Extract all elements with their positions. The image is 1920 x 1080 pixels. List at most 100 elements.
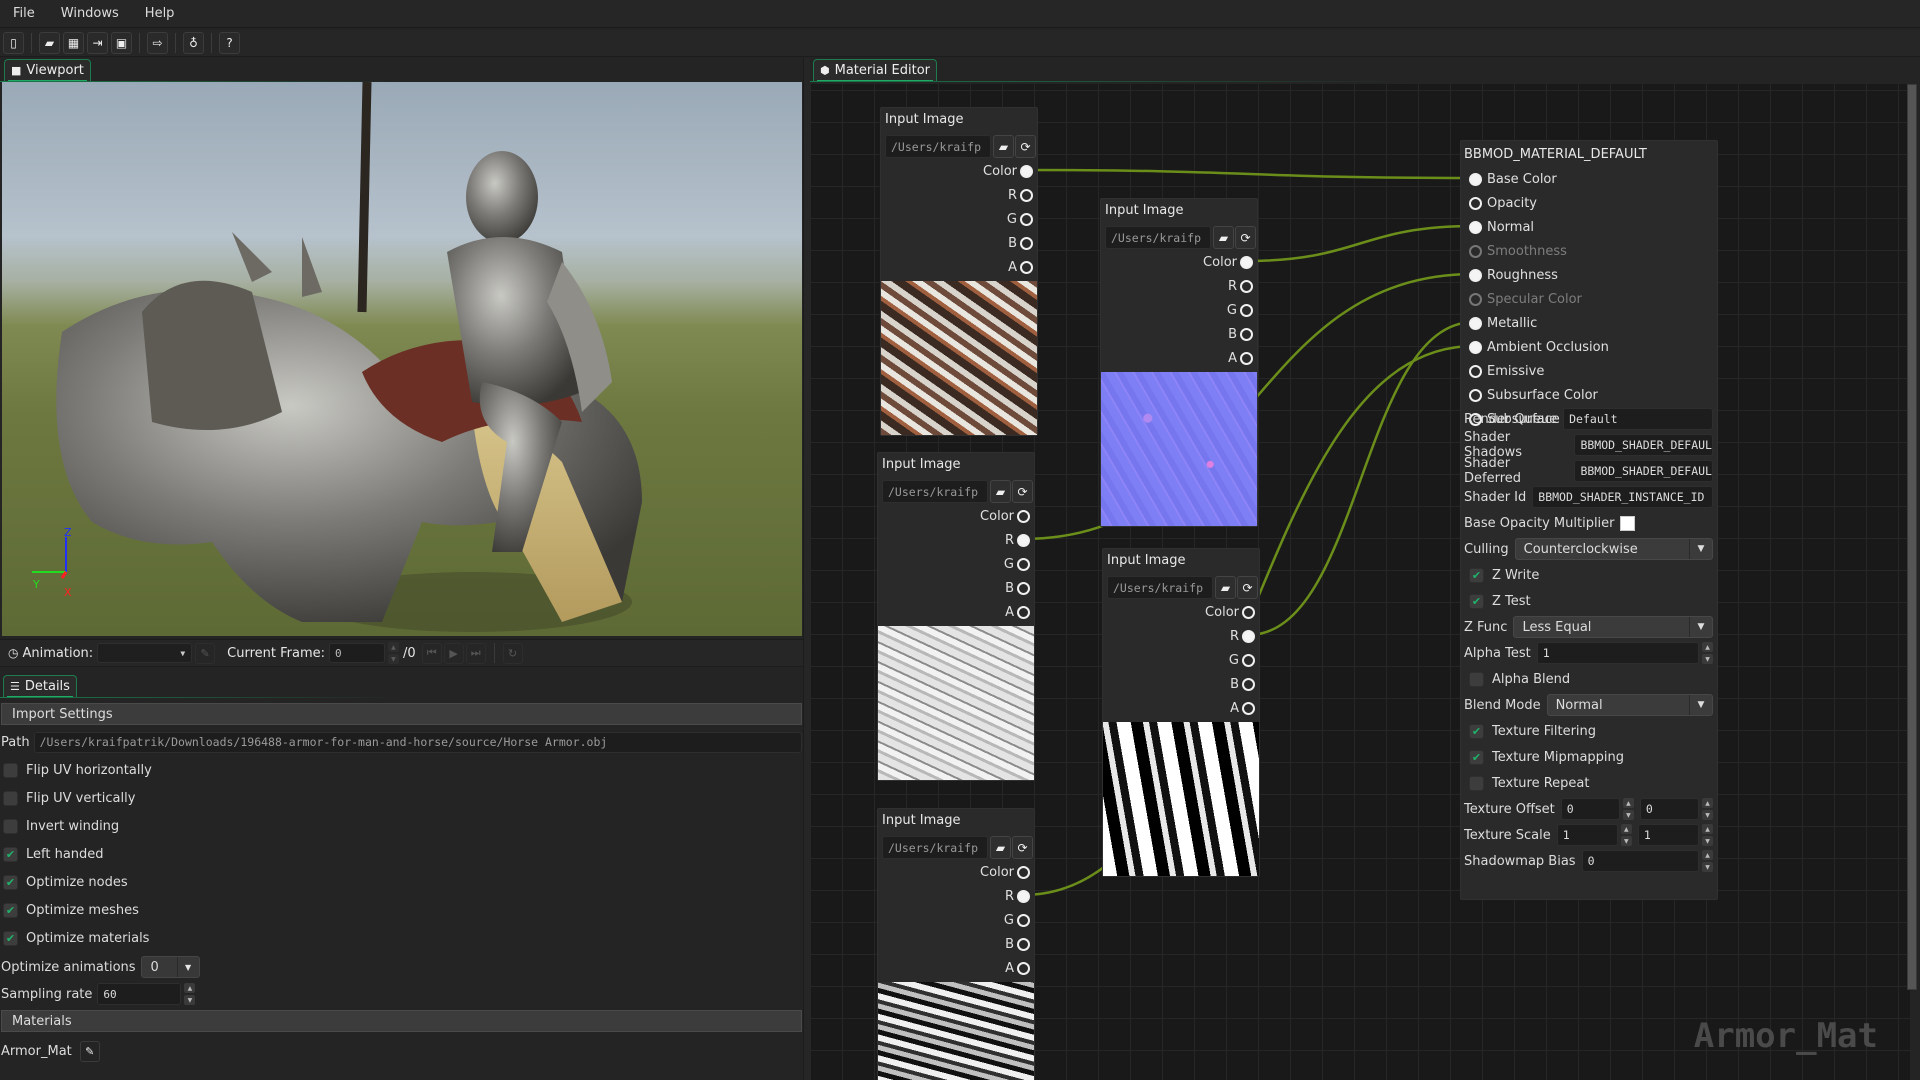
culling-select[interactable]: Counterclockwise ▼ <box>1514 538 1713 560</box>
output-pin-empty-icon[interactable] <box>1242 701 1255 715</box>
shader-shadows-input[interactable]: BBMOD_SHADER_DEFAUL <box>1574 434 1713 456</box>
input-pin-icon[interactable] <box>1469 172 1482 186</box>
panel-splitter[interactable] <box>803 58 810 1080</box>
import-option-row[interactable]: Invert winding <box>3 816 119 836</box>
open-image-button[interactable]: ▰ <box>1213 226 1234 249</box>
input-pin-icon[interactable] <box>1469 388 1482 402</box>
sampling-rate-spinner[interactable]: ▲ ▼ <box>184 983 196 1005</box>
texture-offset-y-input[interactable]: 0 <box>1639 798 1699 820</box>
output-pin-empty-icon[interactable] <box>1240 303 1253 317</box>
menu-file[interactable]: File <box>0 6 48 21</box>
input-image-node[interactable]: Input Image/Users/kraifp ▰ ⟳ Color R G B A <box>880 107 1038 436</box>
reload-image-button[interactable]: ⟳ <box>1237 576 1258 599</box>
material-input-row[interactable]: Roughness <box>1466 265 1716 285</box>
output-pin-row[interactable]: G <box>1004 910 1030 930</box>
checkbox[interactable]: ✔ <box>3 846 18 862</box>
texture-offset-y-spinner[interactable]: ▲ ▼ <box>1702 798 1713 820</box>
checkbox[interactable] <box>3 790 18 806</box>
z-write-row[interactable]: ✔ Z Write <box>1469 564 1713 586</box>
output-pin-row[interactable]: B <box>1230 674 1255 694</box>
output-pin-row[interactable]: A <box>1005 958 1030 978</box>
output-pin-connected-icon[interactable] <box>1020 164 1033 178</box>
materials-header[interactable]: Materials <box>1 1010 802 1032</box>
open-image-button[interactable]: ▣ <box>111 32 132 54</box>
output-pin-row[interactable]: Color <box>983 161 1033 181</box>
first-frame-button[interactable]: ⏮ <box>421 642 442 664</box>
input-image-node[interactable]: Input Image/Users/kraifp ▰ ⟳ Color R G B A <box>1102 548 1260 877</box>
output-pin-empty-icon[interactable] <box>1020 212 1033 226</box>
image-path-input[interactable]: /Users/kraifp <box>1107 576 1213 599</box>
optimize-animations-select[interactable]: 0 ▼ <box>140 956 200 978</box>
output-pin-empty-icon[interactable] <box>1017 937 1030 951</box>
path-input[interactable]: /Users/kraifpatrik/Downloads/196488-armo… <box>33 731 802 753</box>
z-write-checkbox[interactable]: ✔ <box>1469 567 1484 583</box>
current-frame-spinner[interactable]: ▲ ▼ <box>387 642 399 664</box>
menu-windows[interactable]: Windows <box>48 6 132 21</box>
import-button[interactable]: ⇥ <box>87 32 108 54</box>
output-pin-row[interactable]: A <box>1228 348 1253 368</box>
alpha-test-spinner[interactable]: ▲ ▼ <box>1702 642 1713 664</box>
tab-viewport[interactable]: ■ Viewport <box>4 59 91 82</box>
checkbox[interactable] <box>3 818 18 834</box>
blend-mode-select[interactable]: Normal ▼ <box>1546 694 1713 716</box>
output-pin-row[interactable]: Color <box>980 506 1030 526</box>
base-opacity-color-swatch[interactable] <box>1619 515 1635 531</box>
output-pin-connected-icon[interactable] <box>1017 533 1030 547</box>
output-pin-connected-icon[interactable] <box>1240 255 1253 269</box>
open-button[interactable]: ▰ <box>39 32 60 54</box>
texture-filtering-row[interactable]: ✔ Texture Filtering <box>1469 720 1713 742</box>
tab-material-editor[interactable]: ⬢ Material Editor <box>813 59 938 82</box>
output-pin-row[interactable]: Color <box>1203 252 1253 272</box>
alpha-test-input[interactable]: 1 <box>1536 642 1699 664</box>
open-animation-button[interactable]: ▦ <box>63 32 84 54</box>
output-pin-row[interactable]: Color <box>980 862 1030 882</box>
output-pin-row[interactable]: B <box>1005 934 1030 954</box>
vertical-scrollbar[interactable] <box>1907 84 1917 990</box>
import-settings-header[interactable]: Import Settings <box>1 703 802 725</box>
output-pin-empty-icon[interactable] <box>1240 327 1253 341</box>
output-pin-row[interactable]: R <box>1005 886 1030 906</box>
material-node[interactable]: BBMOD_MATERIAL_DEFAULT Base Color Opacity… <box>1460 140 1718 900</box>
output-pin-row[interactable]: G <box>1227 300 1253 320</box>
open-image-button[interactable]: ▰ <box>990 836 1011 859</box>
material-input-row[interactable]: Normal <box>1466 217 1716 237</box>
animation-select[interactable]: ▼ <box>97 643 193 663</box>
output-pin-row[interactable]: B <box>1008 233 1033 253</box>
output-pin-row[interactable]: G <box>1007 209 1033 229</box>
texture-scale-x-spinner[interactable]: ▲ ▼ <box>1620 824 1632 846</box>
sampling-rate-input[interactable]: 60 <box>97 983 182 1005</box>
import-option-row[interactable]: Flip UV vertically <box>3 788 135 808</box>
z-test-row[interactable]: ✔ Z Test <box>1469 590 1713 612</box>
open-image-button[interactable]: ▰ <box>990 480 1011 503</box>
output-pin-row[interactable]: Color <box>1205 602 1255 622</box>
shader-id-input[interactable]: BBMOD_SHADER_INSTANCE_ID <box>1532 486 1713 508</box>
checkbox[interactable] <box>3 762 18 778</box>
material-input-row[interactable]: Subsurface Color <box>1466 385 1716 405</box>
input-image-node[interactable]: Input Image/Users/kraifp ▰ ⟳ Color R G B A <box>1100 198 1258 527</box>
image-path-input[interactable]: /Users/kraifp <box>885 135 991 158</box>
render-queue-input[interactable]: Default <box>1563 408 1713 430</box>
image-path-input[interactable]: /Users/kraifp <box>882 480 988 503</box>
material-input-row[interactable]: Base Color <box>1466 169 1716 189</box>
material-input-row[interactable]: Metallic <box>1466 313 1716 333</box>
import-option-row[interactable]: ✔ Optimize nodes <box>3 872 128 892</box>
input-pin-icon[interactable] <box>1469 196 1482 210</box>
texture-scale-x-input[interactable]: 1 <box>1556 824 1618 846</box>
import-option-row[interactable]: Flip UV horizontally <box>3 760 152 780</box>
open-image-button[interactable]: ▰ <box>993 135 1014 158</box>
output-pin-empty-icon[interactable] <box>1017 605 1030 619</box>
output-pin-connected-icon[interactable] <box>1242 629 1255 643</box>
z-func-select[interactable]: Less Equal ▼ <box>1513 616 1713 638</box>
output-pin-row[interactable]: A <box>1230 698 1255 718</box>
shader-deferred-input[interactable]: BBMOD_SHADER_DEFAUL <box>1574 460 1713 482</box>
import-option-row[interactable]: ✔ Left handed <box>3 844 104 864</box>
input-image-node[interactable]: Input Image/Users/kraifp ▰ ⟳ Color R G B A <box>877 452 1035 781</box>
input-pin-icon[interactable] <box>1469 316 1482 330</box>
texture-repeat-row[interactable]: Texture Repeat <box>1469 772 1713 794</box>
checkbox[interactable]: ✔ <box>3 930 18 946</box>
input-pin-icon[interactable] <box>1469 292 1482 306</box>
import-option-row[interactable]: ✔ Optimize meshes <box>3 900 139 920</box>
play-button[interactable]: ▶ <box>443 642 464 664</box>
last-frame-button[interactable]: ⏭ <box>465 642 486 664</box>
image-path-input[interactable]: /Users/kraifp <box>882 836 988 859</box>
